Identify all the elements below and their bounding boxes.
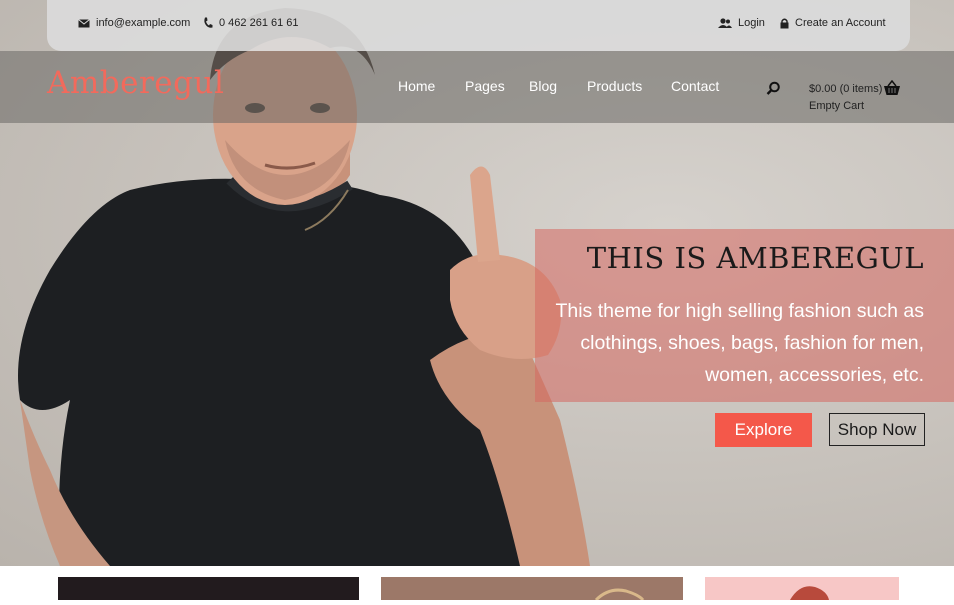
contact-email[interactable]: info@example.com [78,17,190,29]
product-thumbnail [790,586,829,600]
hero-text: This theme for high selling fashion such… [555,300,924,386]
top-bar: info@example.com 0 462 261 61 61 Login C… [47,0,910,51]
lock-icon [780,18,789,28]
nav-blog[interactable]: Blog [529,78,557,94]
login-link[interactable]: Login [718,17,765,29]
main-header: Amberegul Home Pages Blog Products Conta… [0,51,954,123]
basket-icon[interactable] [883,80,901,96]
phone-icon [204,17,213,28]
nav-pages[interactable]: Pages [465,78,505,94]
email-text: info@example.com [96,17,191,29]
envelope-icon [78,18,90,27]
nav-home[interactable]: Home [398,78,435,94]
phone-text: 0 462 261 61 61 [219,17,299,29]
search-icon[interactable] [766,81,781,96]
shop-now-button[interactable]: Shop Now [829,413,925,446]
product-thumbnail [594,588,645,602]
hero-title: THIS IS AMBEREGUL [586,241,924,275]
product-card[interactable] [58,577,359,600]
product-card[interactable] [381,577,683,602]
login-label: Login [738,17,765,29]
site-logo[interactable]: Amberegul [47,65,224,101]
create-account-label: Create an Account [795,17,886,29]
contact-phone[interactable]: 0 462 261 61 61 [203,17,299,29]
user-icon [718,18,732,28]
product-card[interactable] [705,577,899,600]
cart-total: $0.00 (0 items) [809,83,883,95]
create-account-link[interactable]: Create an Account [780,17,886,29]
hero-caption: THIS IS AMBEREGUL This theme for high se… [535,229,954,402]
cart-status: Empty Cart [809,100,865,112]
explore-button[interactable]: Explore [715,413,812,447]
cart-summary[interactable]: $0.00 (0 items) Empty Cart [809,81,882,115]
nav-contact[interactable]: Contact [671,78,719,94]
nav-products[interactable]: Products [587,78,642,94]
